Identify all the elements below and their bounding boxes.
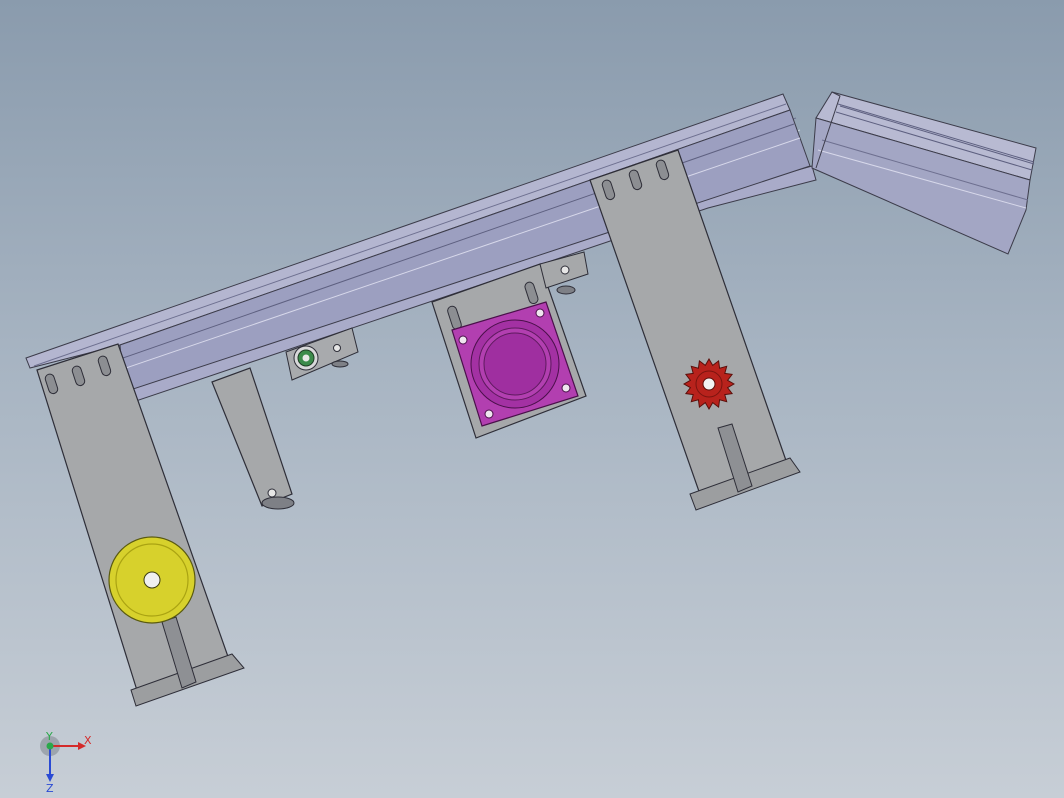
y-axis-label: Y [45,730,53,743]
gear-bore [702,377,716,391]
y-axis-dot [46,742,54,750]
x-axis-label: X [84,734,92,747]
tension-arm[interactable] [211,367,295,510]
coordinate-triad: X Y Z [40,730,92,795]
cad-model-svg[interactable]: X Y Z [0,0,1064,798]
angled-frame-section[interactable] [811,91,1037,255]
right-support-plate[interactable] [589,149,801,511]
cad-viewport[interactable]: X Y Z [0,0,1064,798]
drive-gear[interactable] [683,358,735,410]
z-axis-label: Z [46,782,54,795]
drive-pulley[interactable] [108,536,196,624]
